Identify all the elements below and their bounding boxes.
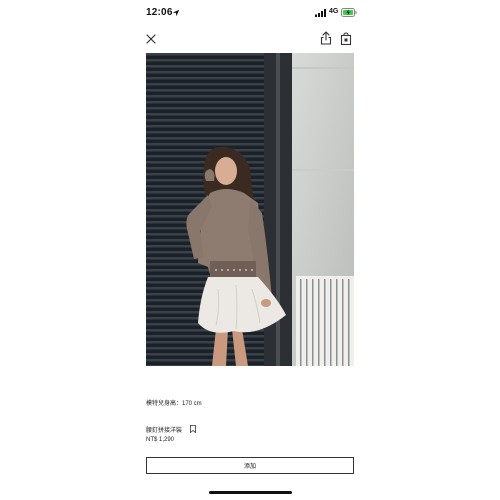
product-name: 腰釘拼接洋裝 (146, 427, 183, 434)
status-bar: 12:06 4G (0, 0, 500, 28)
model-photo (146, 53, 354, 366)
network-type: 4G (329, 8, 339, 15)
product-image[interactable] (146, 53, 354, 366)
bookmark-icon[interactable] (190, 425, 196, 433)
add-button-label: 添加 (243, 464, 256, 470)
home-indicator[interactable] (209, 491, 292, 494)
model-height-text: 模特兒身高：170 cm (146, 401, 202, 407)
location-arrow-icon (172, 9, 180, 17)
product-price: NT$ 1,290 (146, 437, 175, 443)
signal-icon (315, 9, 326, 17)
status-time: 12:06 (146, 7, 173, 18)
share-icon[interactable] (320, 31, 332, 45)
close-icon[interactable] (144, 32, 158, 46)
bag-icon[interactable] (340, 32, 352, 45)
add-to-bag-button[interactable]: 添加 (146, 457, 354, 474)
battery-charging-icon (341, 8, 357, 17)
product-name-row: 腰釘拼接洋裝 (146, 424, 196, 434)
